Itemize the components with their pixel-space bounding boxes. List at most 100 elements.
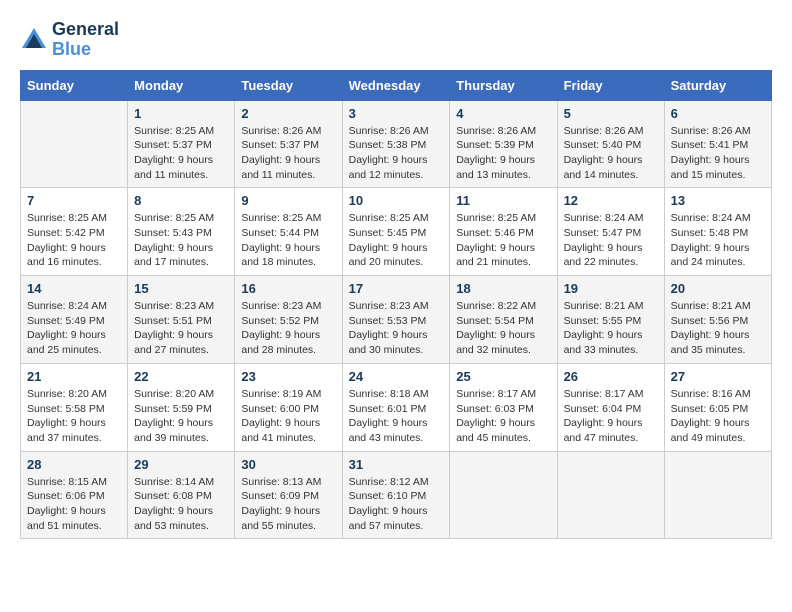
day-number: 26 [564, 369, 658, 384]
calendar-cell: 3Sunrise: 8:26 AMSunset: 5:38 PMDaylight… [342, 100, 450, 188]
day-info: Sunrise: 8:25 AMSunset: 5:44 PMDaylight:… [241, 211, 335, 270]
calendar-cell: 19 Sunrise: 8:21 AMSunset: 5:55 PMDayligh… [557, 276, 664, 364]
logo-icon [20, 26, 48, 54]
day-number: 15 [134, 281, 228, 296]
day-number: 21 [27, 369, 121, 384]
day-info: Sunrise: 8:24 AMSunset: 5:48 PMDaylight:… [671, 211, 765, 270]
calendar-table: SundayMondayTuesdayWednesdayThursdayFrid… [20, 70, 772, 540]
day-info: Sunrise: 8:26 AMSunset: 5:41 PMDaylight:… [671, 124, 765, 183]
day-number: 29 [134, 457, 228, 472]
day-number: 14 [27, 281, 121, 296]
day-info: Sunrise: 8:13 AMSunset: 6:09 PMDaylight:… [241, 475, 335, 534]
day-number: 27 [671, 369, 765, 384]
day-number: 30 [241, 457, 335, 472]
day-info: Sunrise: 8:24 AMSunset: 5:47 PMDaylight:… [564, 211, 658, 270]
header-saturday: Saturday [664, 70, 771, 100]
day-number: 7 [27, 193, 121, 208]
day-info: Sunrise: 8:20 AMSunset: 5:58 PMDaylight:… [27, 387, 121, 446]
week-row-1: 7 Sunrise: 8:25 AMSunset: 5:42 PMDaylight… [21, 188, 772, 276]
day-number: 20 [671, 281, 765, 296]
calendar-cell [664, 451, 771, 539]
day-number: 11 [456, 193, 550, 208]
day-info: Sunrise: 8:25 AMSunset: 5:43 PMDaylight:… [134, 211, 228, 270]
calendar-cell [450, 451, 557, 539]
header-tuesday: Tuesday [235, 70, 342, 100]
day-number: 13 [671, 193, 765, 208]
week-row-4: 28 Sunrise: 8:15 AMSunset: 6:06 PMDayligh… [21, 451, 772, 539]
day-number: 10 [349, 193, 444, 208]
week-row-3: 21 Sunrise: 8:20 AMSunset: 5:58 PMDayligh… [21, 363, 772, 451]
day-info: Sunrise: 8:16 AMSunset: 6:05 PMDaylight:… [671, 387, 765, 446]
day-info: Sunrise: 8:23 AMSunset: 5:52 PMDaylight:… [241, 299, 335, 358]
day-info: Sunrise: 8:23 AMSunset: 5:53 PMDaylight:… [349, 299, 444, 358]
day-info: Sunrise: 8:15 AMSunset: 6:06 PMDaylight:… [27, 475, 121, 534]
header-friday: Friday [557, 70, 664, 100]
day-info: Sunrise: 8:18 AMSunset: 6:01 PMDaylight:… [349, 387, 444, 446]
day-info: Sunrise: 8:20 AMSunset: 5:59 PMDaylight:… [134, 387, 228, 446]
day-number: 24 [349, 369, 444, 384]
calendar-cell: 17Sunrise: 8:23 AMSunset: 5:53 PMDayligh… [342, 276, 450, 364]
calendar-cell: 29 Sunrise: 8:14 AMSunset: 6:08 PMDayligh… [128, 451, 235, 539]
calendar-body: 1Sunrise: 8:25 AMSunset: 5:37 PMDaylight… [21, 100, 772, 539]
week-row-0: 1Sunrise: 8:25 AMSunset: 5:37 PMDaylight… [21, 100, 772, 188]
day-number: 28 [27, 457, 121, 472]
calendar-header-row: SundayMondayTuesdayWednesdayThursdayFrid… [21, 70, 772, 100]
calendar-cell: 30 Sunrise: 8:13 AMSunset: 6:09 PMDayligh… [235, 451, 342, 539]
day-number: 4 [456, 106, 550, 121]
calendar-cell: 2 Sunrise: 8:26 AMSunset: 5:37 PMDaylight… [235, 100, 342, 188]
day-info: Sunrise: 8:17 AMSunset: 6:03 PMDaylight:… [456, 387, 550, 446]
day-info: Sunrise: 8:25 AMSunset: 5:37 PMDaylight:… [134, 124, 228, 183]
calendar-cell: 24 Sunrise: 8:18 AMSunset: 6:01 PMDayligh… [342, 363, 450, 451]
day-info: Sunrise: 8:26 AMSunset: 5:40 PMDaylight:… [564, 124, 658, 183]
day-info: Sunrise: 8:21 AMSunset: 5:55 PMDaylight:… [564, 299, 658, 358]
day-info: Sunrise: 8:22 AMSunset: 5:54 PMDaylight:… [456, 299, 550, 358]
calendar-cell: 8 Sunrise: 8:25 AMSunset: 5:43 PMDaylight… [128, 188, 235, 276]
day-number: 23 [241, 369, 335, 384]
day-info: Sunrise: 8:23 AMSunset: 5:51 PMDaylight:… [134, 299, 228, 358]
day-info: Sunrise: 8:25 AMSunset: 5:45 PMDaylight:… [349, 211, 444, 270]
calendar-cell: 6Sunrise: 8:26 AMSunset: 5:41 PMDaylight… [664, 100, 771, 188]
week-row-2: 14 Sunrise: 8:24 AMSunset: 5:49 PMDayligh… [21, 276, 772, 364]
day-number: 9 [241, 193, 335, 208]
calendar-cell: 28 Sunrise: 8:15 AMSunset: 6:06 PMDayligh… [21, 451, 128, 539]
day-info: Sunrise: 8:24 AMSunset: 5:49 PMDaylight:… [27, 299, 121, 358]
calendar-cell: 31Sunrise: 8:12 AMSunset: 6:10 PMDayligh… [342, 451, 450, 539]
day-info: Sunrise: 8:26 AMSunset: 5:37 PMDaylight:… [241, 124, 335, 183]
calendar-cell: 21 Sunrise: 8:20 AMSunset: 5:58 PMDayligh… [21, 363, 128, 451]
day-number: 19 [564, 281, 658, 296]
calendar-cell [557, 451, 664, 539]
calendar-cell: 27 Sunrise: 8:16 AMSunset: 6:05 PMDayligh… [664, 363, 771, 451]
calendar-cell [21, 100, 128, 188]
day-number: 2 [241, 106, 335, 121]
day-info: Sunrise: 8:12 AMSunset: 6:10 PMDaylight:… [349, 475, 444, 534]
calendar-cell: 5Sunrise: 8:26 AMSunset: 5:40 PMDaylight… [557, 100, 664, 188]
calendar-cell: 10 Sunrise: 8:25 AMSunset: 5:45 PMDayligh… [342, 188, 450, 276]
calendar-cell: 25 Sunrise: 8:17 AMSunset: 6:03 PMDayligh… [450, 363, 557, 451]
header-thursday: Thursday [450, 70, 557, 100]
day-info: Sunrise: 8:25 AMSunset: 5:46 PMDaylight:… [456, 211, 550, 270]
day-number: 8 [134, 193, 228, 208]
header-wednesday: Wednesday [342, 70, 450, 100]
day-number: 22 [134, 369, 228, 384]
calendar-cell: 14 Sunrise: 8:24 AMSunset: 5:49 PMDayligh… [21, 276, 128, 364]
calendar-cell: 16 Sunrise: 8:23 AMSunset: 5:52 PMDayligh… [235, 276, 342, 364]
day-info: Sunrise: 8:14 AMSunset: 6:08 PMDaylight:… [134, 475, 228, 534]
calendar-cell: 12 Sunrise: 8:24 AMSunset: 5:47 PMDayligh… [557, 188, 664, 276]
calendar-cell: 4 Sunrise: 8:26 AMSunset: 5:39 PMDaylight… [450, 100, 557, 188]
logo-text: General Blue [52, 20, 119, 60]
day-info: Sunrise: 8:26 AMSunset: 5:39 PMDaylight:… [456, 124, 550, 183]
calendar-cell: 23Sunrise: 8:19 AMSunset: 6:00 PMDayligh… [235, 363, 342, 451]
day-info: Sunrise: 8:17 AMSunset: 6:04 PMDaylight:… [564, 387, 658, 446]
header-monday: Monday [128, 70, 235, 100]
calendar-cell: 13 Sunrise: 8:24 AMSunset: 5:48 PMDayligh… [664, 188, 771, 276]
day-number: 12 [564, 193, 658, 208]
calendar-cell: 22 Sunrise: 8:20 AMSunset: 5:59 PMDayligh… [128, 363, 235, 451]
calendar-cell: 26 Sunrise: 8:17 AMSunset: 6:04 PMDayligh… [557, 363, 664, 451]
day-info: Sunrise: 8:26 AMSunset: 5:38 PMDaylight:… [349, 124, 444, 183]
day-info: Sunrise: 8:21 AMSunset: 5:56 PMDaylight:… [671, 299, 765, 358]
calendar-cell: 20 Sunrise: 8:21 AMSunset: 5:56 PMDayligh… [664, 276, 771, 364]
page-header: General Blue [20, 20, 772, 60]
day-number: 25 [456, 369, 550, 384]
day-info: Sunrise: 8:25 AMSunset: 5:42 PMDaylight:… [27, 211, 121, 270]
day-number: 16 [241, 281, 335, 296]
